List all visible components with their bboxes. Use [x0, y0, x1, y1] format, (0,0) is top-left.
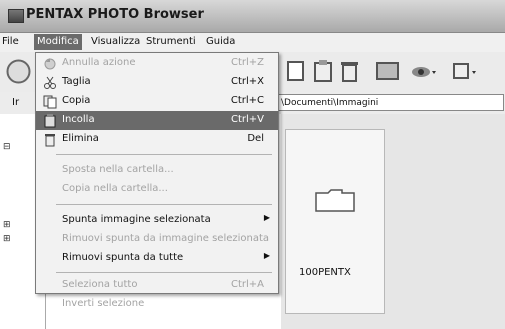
tree-toggle-2[interactable]: ⊞ — [3, 220, 11, 230]
menu-modifica[interactable]: Modifica — [34, 34, 82, 50]
copy-icon — [43, 95, 57, 109]
menu-item-uncheck-selected[interactable]: Rimuovi spunta da immagine selezionata — [36, 230, 278, 249]
eye-dropdown-icon[interactable] — [410, 58, 437, 85]
cut-icon — [44, 76, 56, 89]
trash-icon — [45, 134, 55, 147]
menu-separator — [56, 204, 272, 205]
tree-toggle-1[interactable]: ⊟ — [3, 142, 11, 152]
undo-icon — [44, 58, 56, 70]
thumbnail-label: 100PENTX — [299, 267, 351, 278]
menu-strumenti[interactable]: Strumenti — [146, 36, 196, 47]
submenu-arrow-icon: ▶ — [263, 213, 270, 222]
app-icon — [8, 9, 24, 23]
clipboard-icon[interactable] — [310, 58, 337, 85]
paste-icon — [44, 114, 56, 128]
thumbnail-area: 100PENTX — [281, 114, 505, 329]
menu-item-copy[interactable]: Copia Ctrl+C — [36, 92, 278, 111]
thumbnail-wrapper: 100PENTX — [281, 114, 505, 329]
folder-icon — [315, 189, 355, 212]
submenu-arrow-icon: ▶ — [263, 251, 270, 260]
menu-item-uncheck-all[interactable]: Rimuovi spunta da tutte ▶ — [36, 249, 278, 268]
tree-toggle-3[interactable]: ⊞ — [3, 234, 11, 244]
menu-item-select-all[interactable]: Seleziona tutto Ctrl+A — [36, 276, 278, 295]
title-bar: PENTAX PHOTO Browser — [0, 0, 505, 33]
address-label: Ir — [12, 97, 20, 108]
menu-item-undo[interactable]: Annulla azione Ctrl+Z — [36, 54, 278, 73]
page-icon[interactable] — [283, 58, 310, 85]
menu-visualizza[interactable]: Visualizza — [91, 36, 140, 47]
path-field[interactable]: \Documenti\Immagini — [276, 94, 504, 111]
menu-file[interactable]: File — [2, 36, 19, 47]
menu-item-copy-to-folder[interactable]: Copia nella cartella... — [36, 180, 278, 199]
folder-thumbnail[interactable]: 100PENTX — [285, 129, 385, 314]
menu-item-delete[interactable]: Elimina Del — [36, 130, 278, 149]
menu-separator — [56, 272, 272, 273]
menu-item-invert-selection[interactable]: Inverti selezione — [36, 295, 278, 314]
menu-separator — [56, 154, 272, 155]
back-button[interactable] — [5, 58, 32, 85]
menu-item-cut[interactable]: Taglia Ctrl+X — [36, 73, 278, 92]
menu-item-check-selected[interactable]: Spunta immagine selezionata ▶ — [36, 211, 278, 230]
menu-item-move-to-folder[interactable]: Sposta nella cartella... — [36, 161, 278, 180]
menu-guida[interactable]: Guida — [206, 36, 235, 47]
trash-icon[interactable] — [336, 58, 363, 85]
menu-item-paste[interactable]: Incolla Ctrl+V — [36, 111, 278, 130]
window-title: PENTAX PHOTO Browser — [26, 7, 204, 22]
edit-menu-dropdown: Annulla azione Ctrl+Z Taglia Ctrl+X Copi… — [35, 52, 279, 309]
cards-dropdown-icon[interactable] — [450, 58, 477, 85]
menu-bar: File Modifica Visualizza Strumenti Guida — [0, 33, 505, 52]
monitor-icon[interactable] — [374, 58, 401, 85]
